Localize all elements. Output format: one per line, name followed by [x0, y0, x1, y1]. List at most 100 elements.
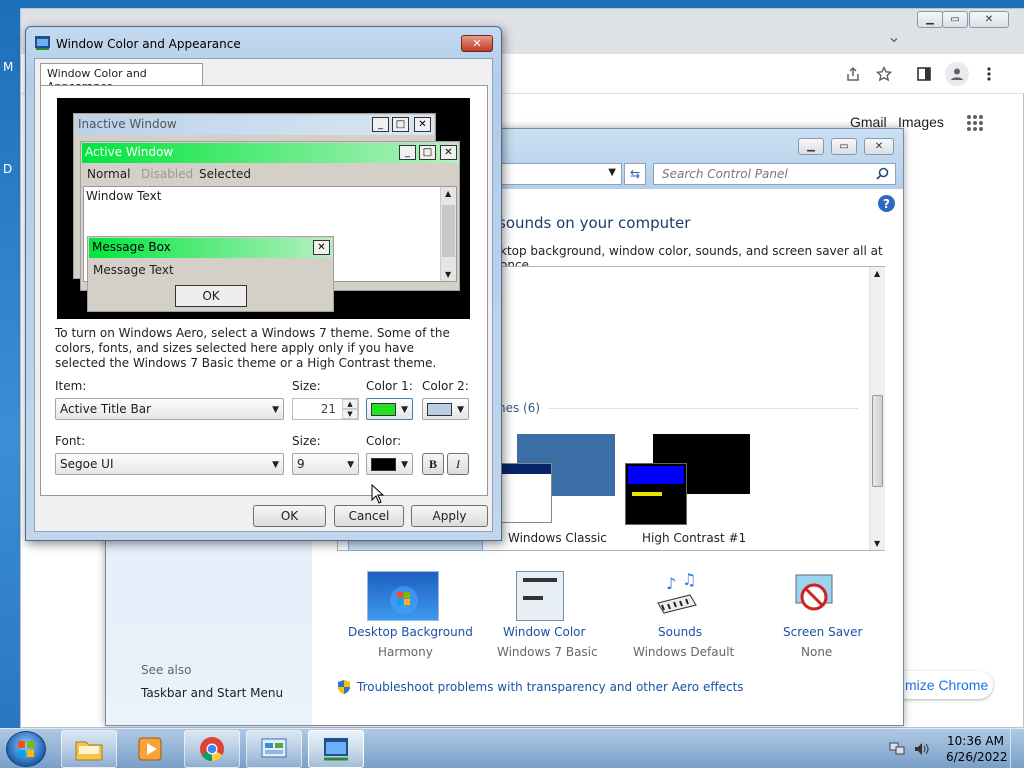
theme-label-high-contrast[interactable]: High Contrast #1: [642, 531, 746, 545]
dialog-client: Window Color and Appearance Inactive Win…: [34, 58, 493, 532]
preview-area[interactable]: Inactive Window _ □ ✕ Active Window _ □ …: [57, 98, 470, 319]
cp-heading: sounds on your computer: [498, 214, 691, 232]
chrome-maximize-button[interactable]: ▭: [942, 11, 968, 28]
share-icon[interactable]: [844, 65, 862, 83]
address-dropdown-icon[interactable]: ▼: [608, 167, 616, 178]
show-desktop-button[interactable]: [1010, 729, 1024, 768]
tab-search-icon[interactable]: ⌄: [885, 27, 903, 46]
item-value: Active Title Bar: [60, 402, 151, 416]
size-label: Size:: [292, 379, 321, 393]
chevron-down-icon: ▼: [272, 405, 279, 415]
sounds-icon[interactable]: ♪ ♫: [652, 570, 702, 621]
preview-max-icon: □: [392, 117, 409, 132]
screen-saver-link[interactable]: Screen Saver: [783, 625, 862, 639]
chevron-down-icon: ▼: [347, 460, 354, 470]
chrome-icon: [200, 737, 224, 761]
scroll-thumb: [872, 395, 883, 487]
address-bar[interactable]: ▼: [498, 163, 622, 185]
shield-icon: [336, 679, 352, 695]
network-icon[interactable]: [889, 742, 905, 756]
bookmark-star-icon[interactable]: [875, 65, 893, 83]
screen-saver-value: None: [801, 645, 833, 659]
customize-chrome-button[interactable]: mize Chrome: [891, 671, 993, 699]
desktop-background-icon[interactable]: [367, 571, 439, 621]
preview-close-icon: ✕: [414, 117, 431, 132]
color1-swatch: [371, 403, 396, 416]
font-size-dropdown[interactable]: 9 ▼: [292, 453, 359, 475]
theme-group-label: nes (6): [498, 401, 541, 415]
cancel-button[interactable]: Cancel: [334, 505, 404, 527]
preview-menu-normal: Normal: [87, 167, 131, 181]
message-box-title: Message Box: [92, 240, 171, 254]
size-value: 21: [320, 402, 336, 416]
message-box-title-bar: Message Box: [89, 238, 332, 258]
cp-minimize-button[interactable]: ▁: [798, 138, 824, 155]
preview-message-text: Message Text: [93, 263, 174, 277]
desktop-background-link[interactable]: Desktop Background: [348, 625, 473, 639]
troubleshoot-link[interactable]: Troubleshoot problems with transparency …: [357, 680, 744, 694]
tab-page: Inactive Window _ □ ✕ Active Window _ □ …: [40, 85, 488, 496]
taskbar-explorer-button[interactable]: [61, 730, 117, 768]
themes-scrollbar[interactable]: ▲ ▼: [869, 267, 885, 550]
preview-window-text: Window Text: [86, 189, 162, 203]
color1-label: Color 1:: [366, 379, 413, 393]
chrome-minimize-button[interactable]: ▁: [917, 11, 943, 28]
size-stepper[interactable]: 21 ▲ ▼: [292, 398, 359, 420]
dialog-title: Window Color and Appearance: [56, 37, 241, 51]
images-link[interactable]: Images: [898, 114, 944, 130]
active-title-text: Active Window: [85, 145, 174, 159]
item-label: Item:: [55, 379, 87, 393]
inactive-title-text: Inactive Window: [78, 117, 177, 131]
folder-icon: [75, 741, 103, 761]
screen-saver-icon[interactable]: [792, 571, 838, 621]
profile-avatar-icon[interactable]: [945, 62, 969, 86]
cp-maximize-button[interactable]: ▭: [831, 138, 857, 155]
sounds-link[interactable]: Sounds: [658, 625, 702, 639]
search-control-panel-input[interactable]: Search Control Panel: [653, 163, 896, 185]
color2-picker[interactable]: ▼: [422, 398, 469, 420]
preview-close-icon: ✕: [440, 145, 457, 160]
window-color-value: Windows 7 Basic: [497, 645, 598, 659]
theme-label-windows-classic[interactable]: Windows Classic: [508, 531, 607, 545]
font-dropdown[interactable]: Segoe UI ▼: [55, 453, 284, 475]
taskbar-control-panel-button[interactable]: [246, 730, 302, 768]
desktop-icon-label[interactable]: M: [3, 60, 13, 74]
customize-chrome-label: mize Chrome: [905, 677, 989, 693]
taskbar-start-menu-link[interactable]: Taskbar and Start Menu: [141, 686, 283, 700]
italic-toggle[interactable]: I: [447, 453, 469, 475]
item-dropdown[interactable]: Active Title Bar ▼: [55, 398, 284, 420]
refresh-icon[interactable]: ⇆: [624, 163, 646, 185]
font-color-swatch: [371, 458, 396, 471]
window-color-dialog: Window Color and Appearance ✕ Window Col…: [25, 26, 502, 541]
chrome-menu-icon[interactable]: [980, 65, 998, 83]
volume-icon[interactable]: [914, 742, 930, 756]
bold-toggle[interactable]: B: [422, 453, 444, 475]
media-player-icon: [138, 737, 162, 761]
window-color-icon[interactable]: [516, 571, 564, 621]
see-also-heading: See also: [141, 663, 192, 677]
stepper-up-icon[interactable]: ▲: [342, 399, 358, 409]
cp-close-button[interactable]: ✕: [864, 138, 894, 155]
taskbar-chrome-button[interactable]: [184, 730, 240, 768]
chrome-close-button[interactable]: ✕: [969, 11, 1009, 28]
google-apps-icon[interactable]: [966, 114, 984, 132]
side-panel-icon[interactable]: [915, 65, 933, 83]
aero-description: To turn on Windows Aero, select a Window…: [55, 326, 450, 370]
stepper-down-icon[interactable]: ▼: [342, 409, 358, 419]
apply-button[interactable]: Apply: [411, 505, 488, 527]
preview-menu-disabled: Disabled: [141, 167, 194, 181]
font-color-picker[interactable]: ▼: [366, 453, 413, 475]
window-color-link[interactable]: Window Color: [503, 625, 585, 639]
clock-date[interactable]: 6/26/2022: [946, 750, 1008, 764]
dialog-close-button[interactable]: ✕: [461, 35, 493, 52]
tab-window-color[interactable]: Window Color and Appearance: [40, 63, 203, 93]
color1-picker[interactable]: ▼: [366, 398, 413, 420]
desktop-icon-label[interactable]: D: [3, 162, 12, 176]
start-button[interactable]: [6, 731, 46, 767]
clock-time[interactable]: 10:36 AM: [947, 734, 1004, 748]
ok-button[interactable]: OK: [253, 505, 326, 527]
taskbar-window-color-button[interactable]: [308, 730, 364, 768]
search-icon[interactable]: [876, 167, 889, 183]
taskbar-media-player-button[interactable]: [122, 730, 178, 768]
help-icon[interactable]: ?: [878, 195, 895, 212]
